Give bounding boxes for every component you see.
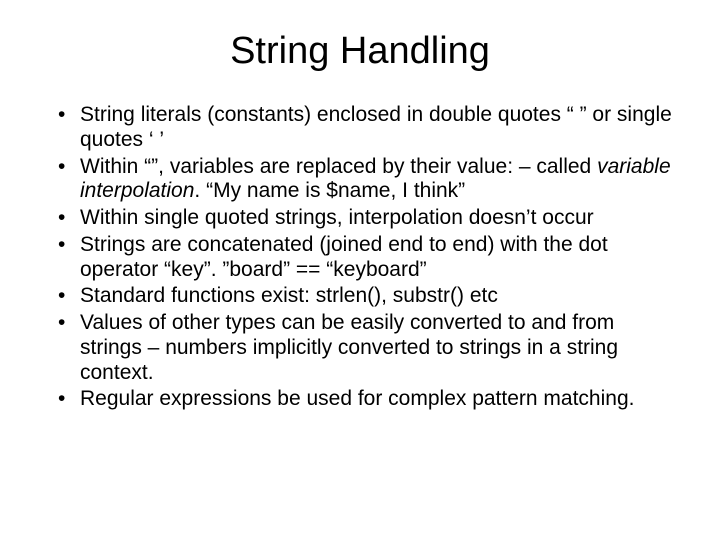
bullet-text: Strings are concatenated (joined end to … (80, 233, 608, 281)
bullet-text-pre: Within “”, variables are replaced by the… (80, 155, 597, 178)
bullet-text: Within single quoted strings, interpolat… (80, 206, 594, 229)
list-item: Within “”, variables are replaced by the… (54, 155, 674, 205)
list-item: Within single quoted strings, interpolat… (54, 206, 674, 231)
slide-title: String Handling (30, 30, 690, 73)
list-item: Standard functions exist: strlen(), subs… (54, 284, 674, 309)
list-item: String literals (constants) enclosed in … (54, 103, 674, 153)
list-item: Regular expressions be used for complex … (54, 387, 674, 412)
bullet-text: Standard functions exist: strlen(), subs… (80, 284, 498, 307)
bullet-text-post: . “My name is $name, I think” (194, 179, 465, 202)
slide: String Handling String literals (constan… (0, 0, 720, 540)
list-item: Values of other types can be easily conv… (54, 311, 674, 385)
bullet-list: String literals (constants) enclosed in … (30, 103, 690, 412)
bullet-text: Values of other types can be easily conv… (80, 311, 618, 384)
bullet-text: Regular expressions be used for complex … (80, 387, 634, 410)
list-item: Strings are concatenated (joined end to … (54, 233, 674, 283)
bullet-text: String literals (constants) enclosed in … (80, 103, 672, 151)
